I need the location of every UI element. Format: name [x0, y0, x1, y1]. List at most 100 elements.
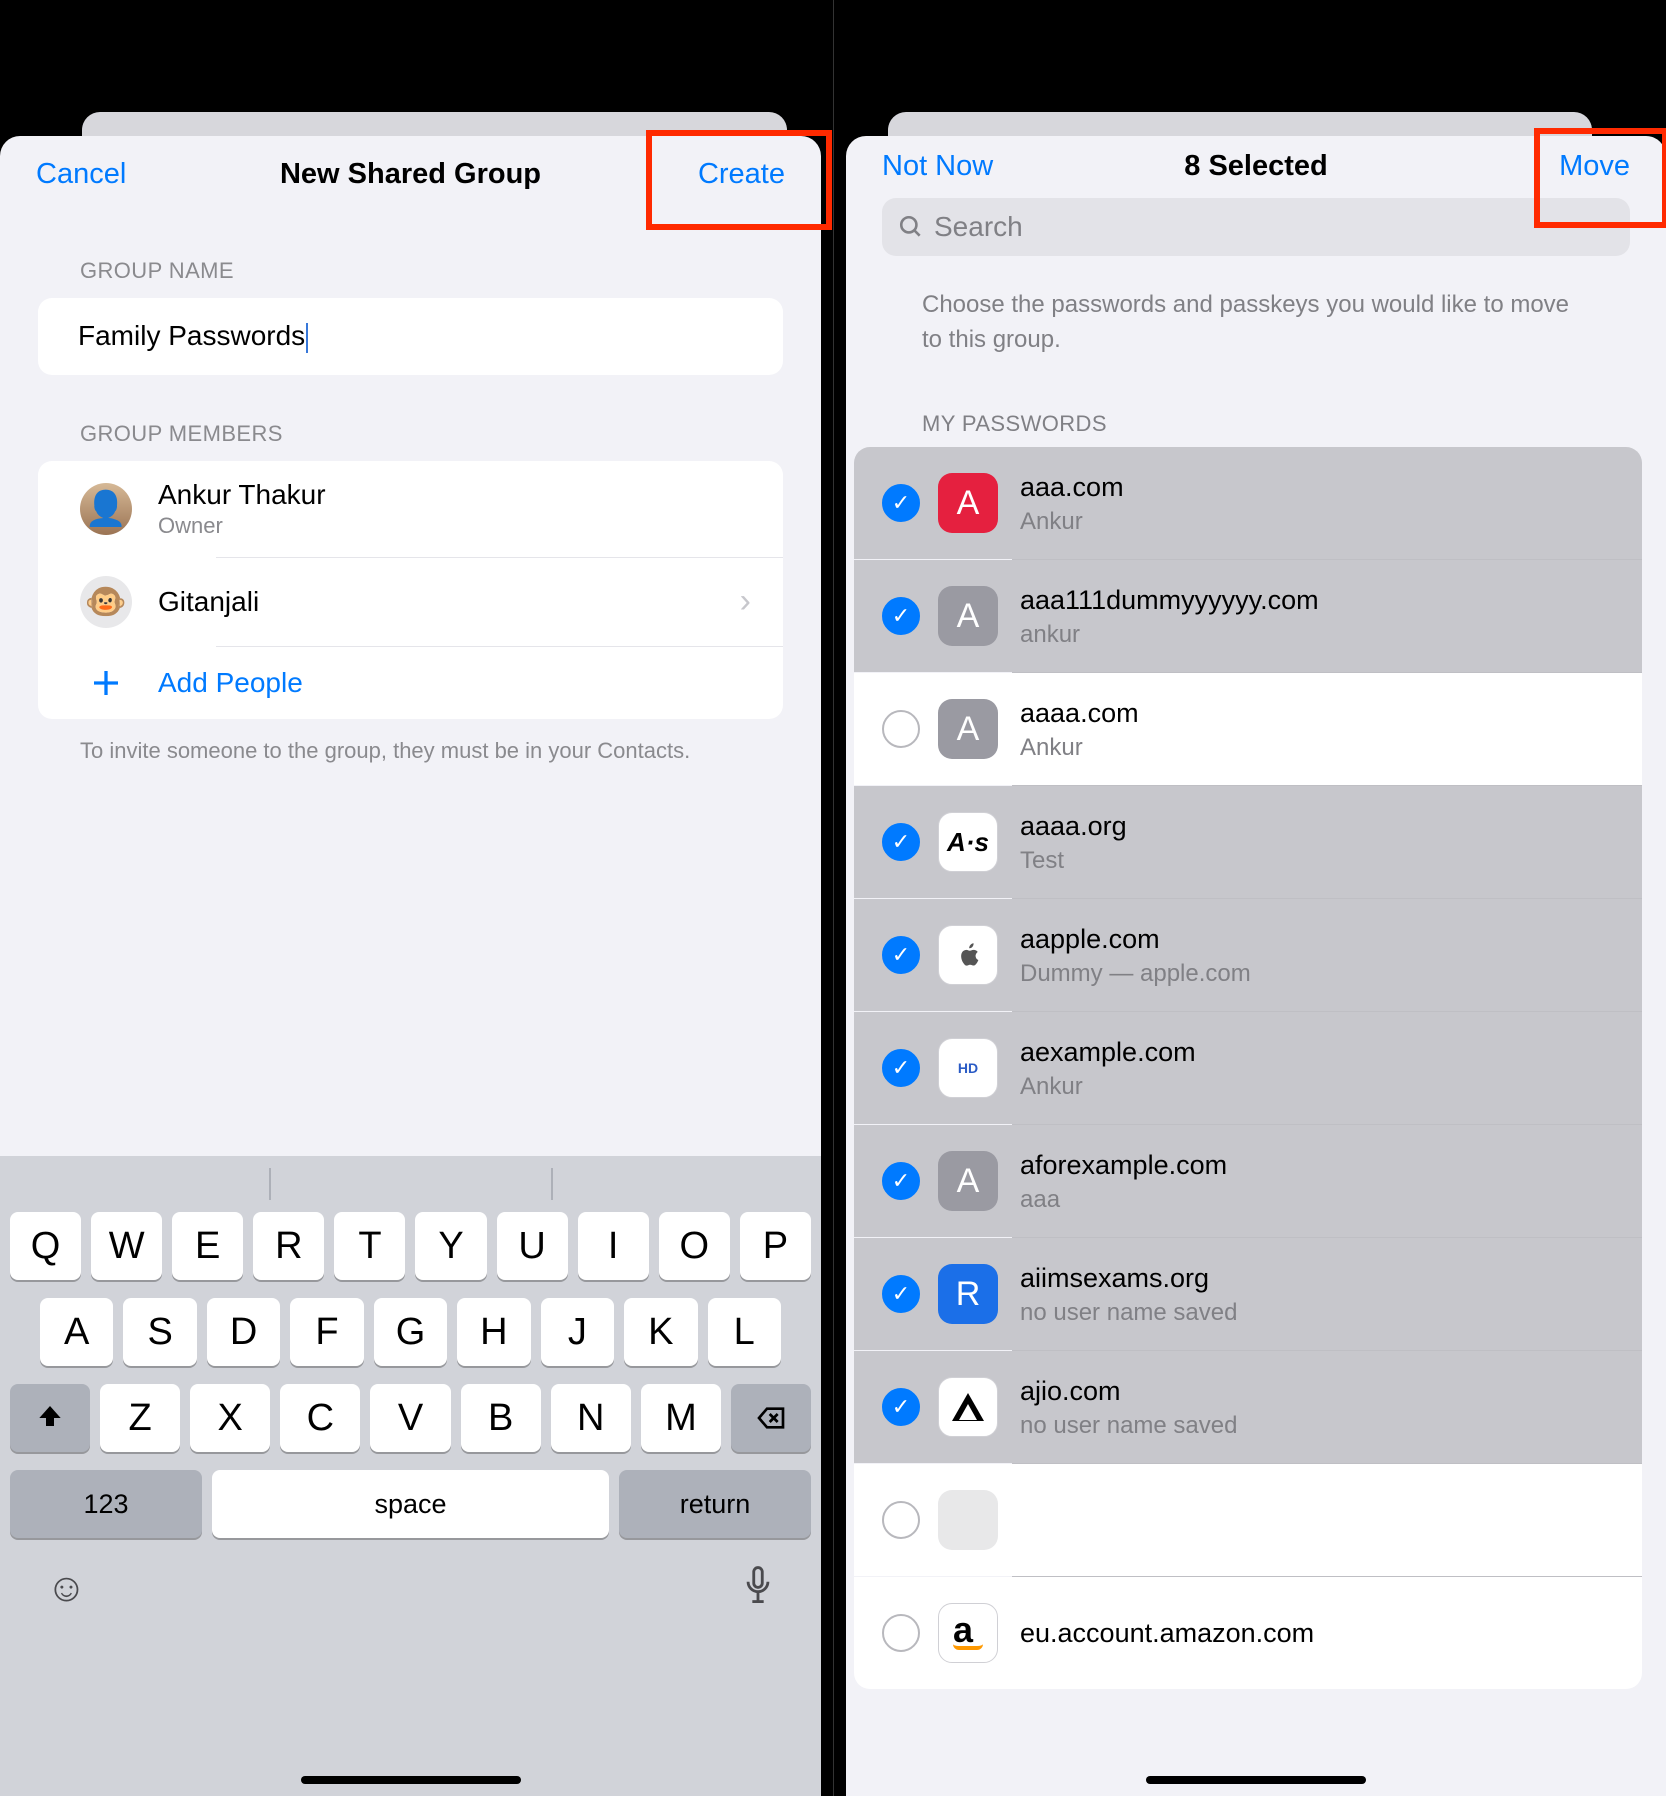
- checkmark-selected-icon[interactable]: ✓: [882, 1275, 920, 1313]
- key-h[interactable]: H: [457, 1298, 530, 1366]
- password-row[interactable]: ✓ HD aexample.com Ankur: [854, 1012, 1642, 1124]
- key-w[interactable]: W: [91, 1212, 162, 1280]
- add-people-label: Add People: [158, 667, 303, 699]
- dictation-key[interactable]: [741, 1564, 775, 1613]
- key-q[interactable]: Q: [10, 1212, 81, 1280]
- key-a[interactable]: A: [40, 1298, 113, 1366]
- key-v[interactable]: V: [370, 1384, 450, 1452]
- password-row[interactable]: ✓Aaaa111dummyyyyyy.comankur: [854, 560, 1642, 672]
- member-row[interactable]: 🐵 Gitanjali ›: [38, 558, 783, 646]
- password-list: ✓ Aaaa.com Ankur ✓Aaaa111dummyyyyyy.comanku…: [854, 447, 1642, 1689]
- search-wrap: Search: [846, 198, 1666, 260]
- password-user: Dummy — apple.com: [1020, 960, 1622, 988]
- site-icon: HD: [938, 1038, 998, 1098]
- numbers-key[interactable]: 123: [10, 1470, 202, 1538]
- checkmark-selected-icon[interactable]: ✓: [882, 597, 920, 635]
- my-passwords-label: MY PASSWORDS: [846, 357, 1666, 447]
- password-user: Ankur: [1020, 1073, 1622, 1101]
- keyboard-rows: QWERTYUIOP ASDFGHJKL ZXCVBNM: [0, 1212, 821, 1452]
- key-j[interactable]: J: [541, 1298, 614, 1366]
- shift-key[interactable]: [10, 1384, 90, 1452]
- group-members-label: GROUP MEMBERS: [0, 375, 821, 461]
- checkmark-selected-icon[interactable]: ✓: [882, 936, 920, 974]
- search-input[interactable]: Search: [882, 198, 1630, 256]
- key-e[interactable]: E: [172, 1212, 243, 1280]
- avatar: 🐵: [80, 576, 132, 628]
- key-r[interactable]: R: [253, 1212, 324, 1280]
- password-text: aaaa.orgTest: [1020, 810, 1642, 874]
- sheet-left: Cancel New Shared Group Create GROUP NAM…: [0, 136, 821, 1796]
- not-now-button[interactable]: Not Now: [882, 150, 993, 183]
- password-row[interactable]: aeu.account.amazon.com: [854, 1577, 1642, 1689]
- cancel-button[interactable]: Cancel: [36, 158, 126, 191]
- key-t[interactable]: T: [334, 1212, 405, 1280]
- key-f[interactable]: F: [290, 1298, 363, 1366]
- search-icon: [898, 214, 924, 240]
- screen-right: Not Now 8 Selected Move Search Choose th…: [833, 0, 1666, 1796]
- checkbox-unselected[interactable]: [882, 710, 920, 748]
- return-key[interactable]: return: [619, 1470, 811, 1538]
- checkbox-unselected[interactable]: [882, 1501, 920, 1539]
- password-row[interactable]: ✓ Aaaa.com Ankur: [854, 447, 1642, 559]
- checkmark-selected-icon[interactable]: ✓: [882, 1162, 920, 1200]
- password-row[interactable]: ✓Aaforexample.comaaa: [854, 1125, 1642, 1237]
- password-domain: ajio.com: [1020, 1375, 1622, 1407]
- password-domain: aexample.com: [1020, 1036, 1622, 1068]
- key-d[interactable]: D: [207, 1298, 280, 1366]
- create-button[interactable]: Create: [698, 158, 785, 191]
- checkmark-selected-icon[interactable]: ✓: [882, 1388, 920, 1426]
- backspace-key[interactable]: [731, 1384, 811, 1452]
- key-x[interactable]: X: [190, 1384, 270, 1452]
- password-list-container: ✓ Aaaa.com Ankur ✓Aaaa111dummyyyyyy.comanku…: [846, 447, 1666, 1796]
- site-icon: A: [938, 699, 998, 759]
- password-user: Ankur: [1020, 734, 1622, 762]
- key-k[interactable]: K: [624, 1298, 697, 1366]
- add-people-button[interactable]: Add People: [38, 647, 783, 719]
- password-user: Ankur: [1020, 508, 1622, 536]
- space-key[interactable]: space: [212, 1470, 609, 1538]
- password-text: aapple.com Dummy — apple.com: [1020, 923, 1642, 987]
- key-n[interactable]: N: [551, 1384, 631, 1452]
- key-z[interactable]: Z: [100, 1384, 180, 1452]
- key-o[interactable]: O: [659, 1212, 730, 1280]
- site-icon: A: [938, 473, 998, 533]
- emoji-key[interactable]: ☺: [46, 1566, 87, 1611]
- checkmark-selected-icon[interactable]: ✓: [882, 484, 920, 522]
- key-y[interactable]: Y: [415, 1212, 486, 1280]
- plus-icon: [80, 665, 132, 701]
- key-c[interactable]: C: [280, 1384, 360, 1452]
- password-domain: aaa.com: [1020, 471, 1622, 503]
- password-domain: eu.account.amazon.com: [1020, 1617, 1622, 1649]
- password-row[interactable]: ✓A·saaaa.orgTest: [854, 786, 1642, 898]
- home-indicator[interactable]: [301, 1776, 521, 1784]
- key-p[interactable]: P: [740, 1212, 811, 1280]
- key-g[interactable]: G: [374, 1298, 447, 1366]
- key-s[interactable]: S: [123, 1298, 196, 1366]
- password-row[interactable]: ✓Raiimsexams.orgno user name saved: [854, 1238, 1642, 1350]
- key-i[interactable]: I: [578, 1212, 649, 1280]
- password-domain: aaa111dummyyyyyy.com: [1020, 584, 1622, 616]
- password-row[interactable]: [854, 1464, 1642, 1576]
- key-m[interactable]: M: [641, 1384, 721, 1452]
- checkmark-selected-icon[interactable]: ✓: [882, 823, 920, 861]
- member-name: Ankur Thakur: [158, 479, 751, 511]
- password-row[interactable]: Aaaaa.comAnkur: [854, 673, 1642, 785]
- member-row-owner[interactable]: 👤 Ankur Thakur Owner: [38, 461, 783, 557]
- password-domain: aiimsexams.org: [1020, 1262, 1622, 1294]
- group-name-input[interactable]: Family Passwords: [38, 298, 783, 375]
- checkbox-unselected[interactable]: [882, 1614, 920, 1652]
- home-indicator[interactable]: [1146, 1776, 1366, 1784]
- key-u[interactable]: U: [497, 1212, 568, 1280]
- checkmark-selected-icon[interactable]: ✓: [882, 1049, 920, 1087]
- keyboard-footer: ☺: [0, 1538, 821, 1638]
- chevron-right-icon: ›: [740, 582, 751, 621]
- selected-count-title: 8 Selected: [1184, 150, 1327, 183]
- choose-note: Choose the passwords and passkeys you wo…: [846, 260, 1666, 358]
- search-placeholder: Search: [934, 211, 1023, 243]
- password-row[interactable]: ✓ aapple.com Dummy — apple.com: [854, 899, 1642, 1011]
- key-b[interactable]: B: [461, 1384, 541, 1452]
- move-button[interactable]: Move: [1559, 150, 1630, 183]
- key-l[interactable]: L: [708, 1298, 781, 1366]
- password-row[interactable]: ✓ajio.comno user name saved: [854, 1351, 1642, 1463]
- password-domain: aapple.com: [1020, 923, 1622, 955]
